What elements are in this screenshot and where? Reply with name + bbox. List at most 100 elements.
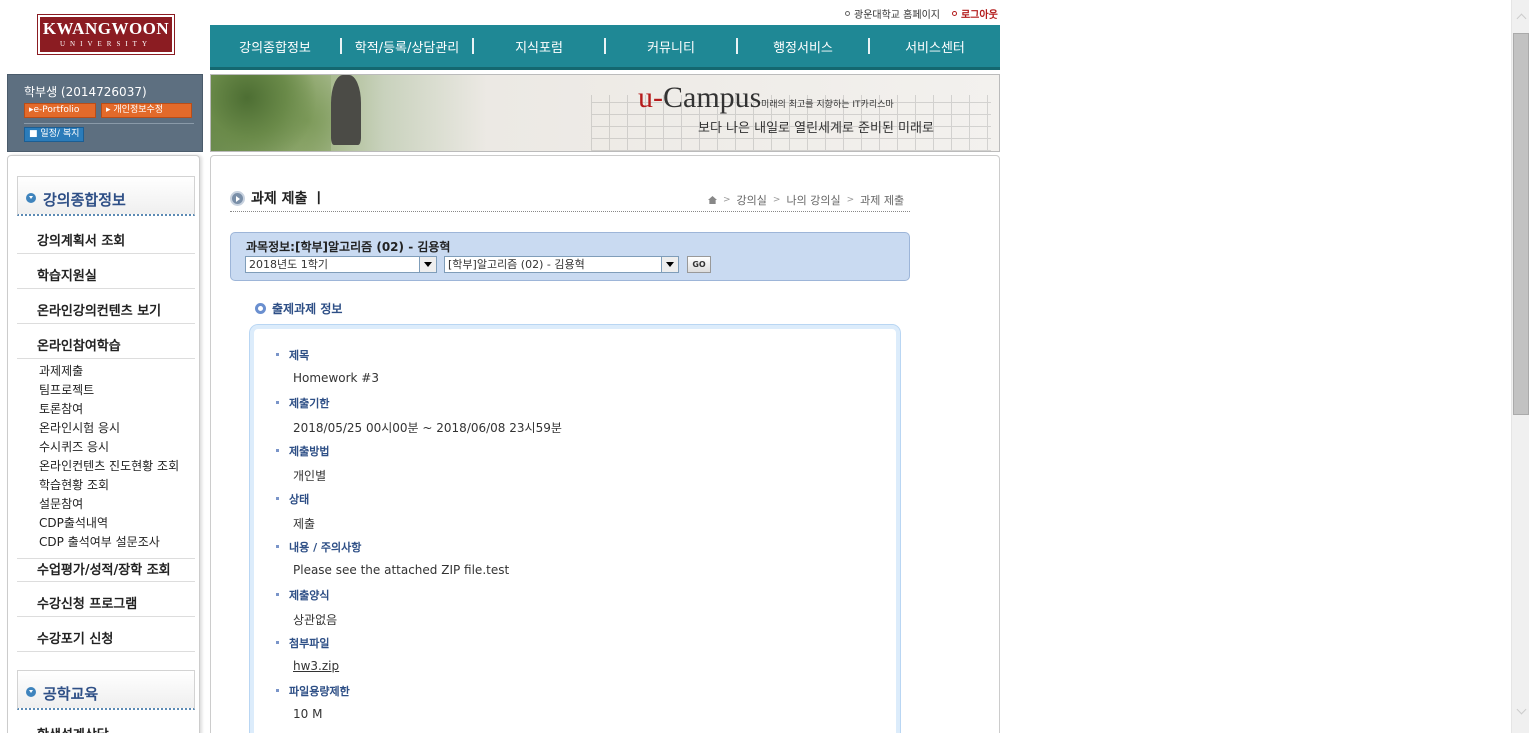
chevron-right-icon: > (846, 195, 855, 205)
nav-academic-records[interactable]: 학적/등록/상담관리 (342, 37, 472, 56)
vertical-scrollbar[interactable] (1511, 0, 1529, 733)
nav-admin-service[interactable]: 행정서비스 (738, 37, 868, 56)
course-select-value: [학부]알고리즘 (02) - 김용혁 (448, 258, 585, 271)
section-title-text: 출제과제 정보 (272, 302, 343, 316)
section-label: 강의종합정보 (43, 191, 126, 209)
scrollbar-thumb[interactable] (1513, 33, 1529, 415)
breadcrumb-item: 과제 제출 (860, 194, 905, 207)
circle-bullet-icon (951, 11, 957, 16)
field-label: 제출기한 (276, 395, 562, 411)
schedule-welfare-button[interactable]: ■ 일정/ 복지 (24, 127, 85, 142)
campus-trees-image (211, 75, 331, 151)
course-select[interactable]: [학부]알고리즘 (02) - 김용혁 (444, 256, 679, 273)
menu-grades[interactable]: 수업평가/성적/장학 조회 (17, 558, 195, 582)
scroll-down-icon[interactable] (1516, 704, 1527, 715)
semester-select[interactable]: 2018년도 1학기 (245, 256, 437, 273)
submenu-assignment[interactable]: 과제제출 (39, 362, 83, 379)
menu-learning-support[interactable]: 학습지원실 (17, 265, 195, 289)
field-method: 제출방법 개인별 (276, 443, 329, 484)
circle-bullet-icon (845, 11, 850, 16)
statue-image (331, 75, 361, 145)
field-label: 파일용량제한 (276, 683, 350, 699)
logout-link[interactable]: 로그아웃 (951, 6, 998, 21)
page-title-text: 과제 제출 ㅣ (251, 191, 326, 207)
field-value: 2018/05/25 00시00분 ~ 2018/06/08 23시59분 (293, 421, 562, 435)
nav-community[interactable]: 커뮤니티 (606, 37, 736, 56)
chevron-down-icon (26, 193, 36, 203)
page: KWANGWOON UNIVERSITY 광운대학교 홈페이지 로그아웃 강의종… (0, 0, 1529, 733)
field-label: 내용 / 주의사항 (276, 539, 509, 555)
left-menu: 강의종합정보 강의계획서 조회 학습지원실 온라인강의컨텐츠 보기 온라인참여학… (7, 155, 200, 733)
eportfolio-button[interactable]: ▸e-Portfolio (24, 103, 96, 118)
banner-tagline: 미래의 최고를 지향하는 IT카리스마 (761, 100, 894, 110)
course-info-label: 과목정보:[학부]알고리즘 (02) - 김용혁 (246, 240, 451, 254)
page-title: 과제 제출 ㅣ (230, 188, 325, 208)
field-title: 제목 Homework #3 (276, 347, 379, 385)
menu-course-drop[interactable]: 수강포기 신청 (17, 628, 195, 652)
main-nav: 강의종합정보 학적/등록/상담관리 지식포럼 커뮤니티 행정서비스 서비스센터 (210, 25, 1000, 70)
field-label: 제목 (276, 347, 379, 363)
homepage-link[interactable]: 광운대학교 홈페이지 (845, 6, 940, 21)
field-status: 상태 제출 (276, 491, 315, 532)
scroll-up-icon[interactable] (1516, 13, 1527, 24)
breadcrumb: > 강의실 > 나의 강의실 > 과제 제출 (708, 192, 904, 208)
chevron-down-icon (26, 687, 36, 697)
chevron-down-icon[interactable] (419, 257, 436, 272)
menu-online-contents[interactable]: 온라인강의컨텐츠 보기 (17, 300, 195, 324)
submenu-online-exam[interactable]: 온라인시험 응시 (39, 419, 120, 436)
field-label: 상태 (276, 491, 315, 507)
go-button[interactable]: GO (687, 256, 711, 273)
chevron-right-icon: > (723, 195, 731, 205)
breadcrumb-item[interactable]: 나의 강의실 (786, 192, 840, 208)
submenu-cdp-attendance[interactable]: CDP출석내역 (39, 514, 108, 531)
field-value: 상관없음 (293, 613, 338, 627)
arrow-circle-icon (230, 190, 245, 206)
home-icon[interactable] (708, 196, 717, 204)
section-engineering-education[interactable]: 공학교육 (17, 670, 195, 710)
semester-select-value: 2018년도 1학기 (249, 258, 328, 271)
field-format: 제출양식 상관없음 (276, 587, 337, 628)
logo-sub-text: UNIVERSITY (60, 40, 152, 48)
submenu-cdp-survey[interactable]: CDP 출석여부 설문조사 (39, 533, 160, 550)
brand-campus: Campus (663, 81, 762, 114)
banner-slogan: 보다 나은 내일로 열린세계로 준비된 미래로 (698, 121, 934, 136)
brand-u: u- (638, 81, 663, 114)
edit-profile-button[interactable]: ▸ 개인정보수정 (101, 103, 192, 118)
chevron-down-icon[interactable] (661, 257, 678, 272)
submenu-discussion[interactable]: 토론참여 (39, 400, 83, 417)
field-value: Please see the attached ZIP file.test (293, 563, 510, 577)
section-label: 공학교육 (43, 685, 99, 703)
user-name: 학부생 (2014726037) (24, 85, 147, 99)
menu-design-consult[interactable]: 학생설계상담 (17, 724, 195, 733)
nav-service-center[interactable]: 서비스센터 (870, 37, 1000, 56)
nav-lecture-info[interactable]: 강의종합정보 (210, 37, 340, 56)
title-divider (230, 211, 910, 212)
attachment-link[interactable]: hw3.zip (276, 659, 339, 673)
ucampus-brand: u-Campus (638, 81, 761, 115)
field-label: 첨부파일 (276, 635, 339, 651)
divider (24, 123, 194, 124)
submenu-team-project[interactable]: 팀프로젝트 (39, 381, 94, 398)
field-value: Homework #3 (293, 371, 379, 385)
field-value: 10 M (293, 707, 323, 721)
field-size-limit: 파일용량제한 10 M (276, 683, 350, 721)
submenu-progress[interactable]: 온라인컨텐츠 진도현황 조회 (39, 457, 179, 474)
chevron-right-icon: > (772, 195, 781, 205)
section-lecture-info[interactable]: 강의종합정보 (17, 176, 195, 216)
field-label: 제출양식 (276, 587, 337, 603)
menu-syllabus[interactable]: 강의계획서 조회 (17, 230, 195, 254)
submenu-learning-status[interactable]: 학습현황 조회 (39, 476, 109, 493)
section-title: 출제과제 정보 (255, 300, 342, 317)
homepage-link-label[interactable]: 광운대학교 홈페이지 (854, 6, 940, 21)
course-info-box: 과목정보:[학부]알고리즘 (02) - 김용혁 2018년도 1학기 [학부]… (230, 232, 910, 281)
submenu-survey[interactable]: 설문참여 (39, 495, 83, 512)
university-logo[interactable]: KWANGWOON UNIVERSITY (37, 14, 175, 55)
logout-link-label[interactable]: 로그아웃 (961, 6, 998, 21)
submenu-quiz[interactable]: 수시퀴즈 응시 (39, 438, 109, 455)
menu-online-participation[interactable]: 온라인참여학습 (17, 335, 195, 359)
nav-knowledge-forum[interactable]: 지식포럼 (474, 37, 604, 56)
menu-registration-program[interactable]: 수강신청 프로그램 (17, 593, 195, 617)
field-content: 내용 / 주의사항 Please see the attached ZIP fi… (276, 539, 509, 577)
field-attachment: 첨부파일 hw3.zip (276, 635, 339, 673)
breadcrumb-item[interactable]: 강의실 (737, 192, 767, 208)
